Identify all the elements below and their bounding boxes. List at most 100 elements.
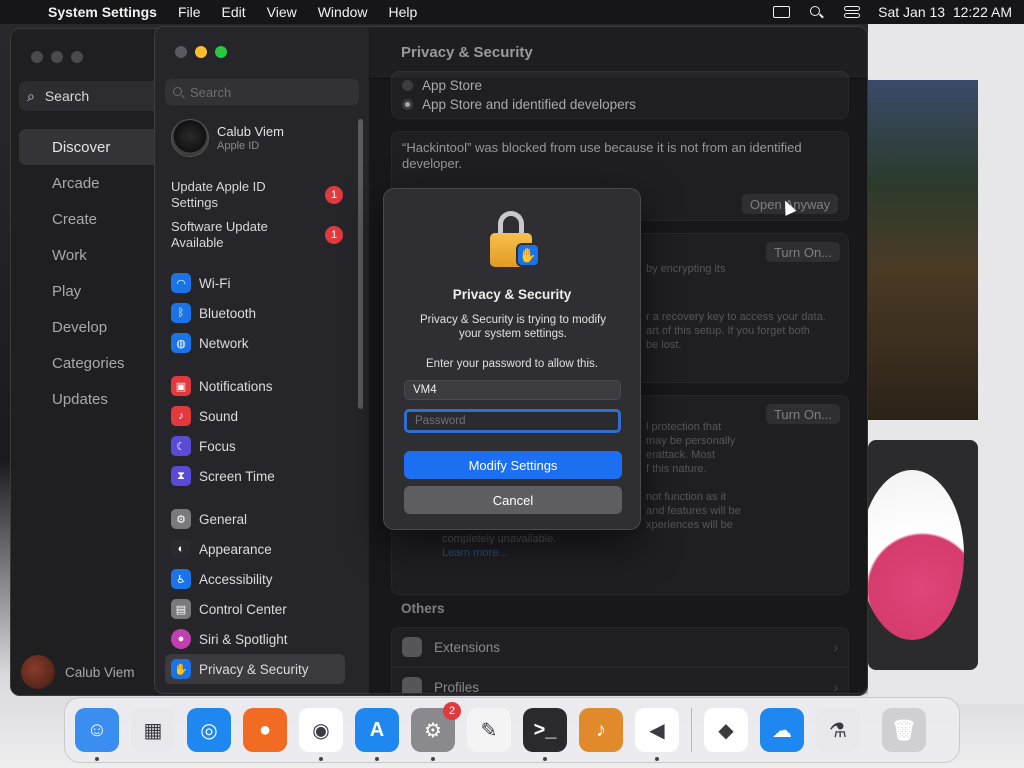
zoom-button[interactable] <box>71 51 83 63</box>
launchpad-icon[interactable]: ▦ <box>131 708 175 752</box>
appearance-icon: ◐ <box>171 539 191 559</box>
app-store-user-name: Calub Viem <box>65 664 135 680</box>
zoom-button[interactable] <box>215 46 227 58</box>
sidebar-item-arcade[interactable]: Arcade <box>19 165 167 201</box>
sidebar-item-label: Accessibility <box>199 571 273 587</box>
sidebar-item-bluetooth[interactable]: ᛒ Bluetooth <box>165 298 345 328</box>
dock-glyph: ⚙ <box>424 719 442 742</box>
sidebar-item-control-center[interactable]: ▤ Control Center <box>165 594 345 624</box>
app-store-sidebar: Discover Arcade Create Work Play Develop… <box>19 129 167 417</box>
cloud-app-icon[interactable]: ☁ <box>760 708 804 752</box>
settings-group-network: ◠ Wi-Fi ᛒ Bluetooth ◍ Network <box>165 268 345 358</box>
alert-software-update[interactable]: Software Update Available 1 <box>171 219 343 251</box>
menu-datetime[interactable]: Sat Jan 13 12:22 AM <box>878 4 1012 20</box>
sidebar-item-categories[interactable]: Categories <box>19 345 167 381</box>
running-indicator <box>543 757 547 761</box>
sidebar-item-label: Siri & Spotlight <box>199 631 288 647</box>
dock: ☺ ▦ ◎ ● ◉ A ⚙ 2 ✎ >_ ♪ ◀ ◆ ☁ ⚗ 🗑 <box>64 697 960 763</box>
trash-icon[interactable]: 🗑 <box>882 708 926 752</box>
menu-window[interactable]: Window <box>318 4 368 20</box>
sidebar-item-accessibility[interactable]: ♿ Accessibility <box>165 564 345 594</box>
running-indicator <box>655 757 659 761</box>
close-button[interactable] <box>31 51 43 63</box>
username-field[interactable] <box>404 380 621 400</box>
sidebar-item-play[interactable]: Play <box>19 273 167 309</box>
flask-app-icon[interactable]: ⚗ <box>816 708 860 752</box>
password-field[interactable] <box>404 409 621 433</box>
sidebar-item-siri-spotlight[interactable]: ● Siri & Spotlight <box>165 624 345 654</box>
safari-icon[interactable]: ◎ <box>187 708 231 752</box>
settings-search-field[interactable]: Search <box>165 79 359 105</box>
spotlight-search-icon[interactable] <box>808 5 826 19</box>
search-icon <box>173 86 184 98</box>
visual-studio-icon[interactable]: ◆ <box>704 708 748 752</box>
dock-glyph: ◎ <box>200 719 218 742</box>
menu-app-name[interactable]: System Settings <box>48 4 157 20</box>
search-icon: ⌕ <box>27 87 35 104</box>
settings-traffic-lights <box>175 46 227 58</box>
dialog-title: Privacy & Security <box>452 287 572 302</box>
sidebar-item-develop[interactable]: Develop <box>19 309 167 345</box>
app-store-account[interactable]: Calub Viem <box>21 655 135 689</box>
sidebar-item-screen-time[interactable]: ⧗ Screen Time <box>165 461 345 491</box>
featured-artwork-image[interactable] <box>868 80 978 420</box>
sidebar-item-focus[interactable]: ☾ Focus <box>165 431 345 461</box>
app-store-icon[interactable]: A <box>355 708 399 761</box>
sidebar-scrollbar[interactable] <box>358 119 363 409</box>
sidebar-item-label: Screen Time <box>199 468 275 484</box>
minimize-button[interactable] <box>195 46 207 58</box>
sidebar-item-work[interactable]: Work <box>19 237 167 273</box>
firefox-icon[interactable]: ● <box>243 708 287 752</box>
alert-label: Software Update Available <box>171 219 268 250</box>
authentication-dialog: ✋ Privacy & Security Privacy & Security … <box>383 188 641 530</box>
sidebar-item-discover[interactable]: Discover <box>19 129 167 165</box>
finder-icon[interactable]: ☺ <box>75 708 119 761</box>
sidebar-item-label: Appearance <box>199 541 272 557</box>
app-store-search-label: Search <box>44 88 90 104</box>
system-settings-icon[interactable]: ⚙ 2 <box>411 702 461 761</box>
alert-label: Update Apple ID Settings <box>171 179 266 210</box>
dialog-message: Privacy & Security is trying to modify y… <box>420 314 606 340</box>
privacy-hand-icon: ✋ <box>171 659 191 679</box>
menu-edit[interactable]: Edit <box>222 4 246 20</box>
sidebar-item-general[interactable]: ⚙ General <box>165 504 345 534</box>
alert-update-apple-id[interactable]: Update Apple ID Settings 1 <box>171 179 343 211</box>
sidebar-item-label: Focus <box>199 438 236 454</box>
running-indicator <box>319 757 323 761</box>
sidebar-item-updates[interactable]: Updates <box>19 381 167 417</box>
bluetooth-icon: ᛒ <box>171 303 191 323</box>
sidebar-item-notifications[interactable]: ▣ Notifications <box>165 371 345 401</box>
textedit-icon[interactable]: ✎ <box>467 708 511 752</box>
settings-alerts: Update Apple ID Settings 1 Software Upda… <box>171 179 343 259</box>
menu-help[interactable]: Help <box>389 4 418 20</box>
featured-app-logo <box>860 470 964 640</box>
modify-settings-button[interactable]: Modify Settings <box>404 451 622 479</box>
screen-mirroring-icon[interactable] <box>773 6 791 18</box>
focus-icon: ☾ <box>171 436 191 456</box>
cancel-button[interactable]: Cancel <box>404 486 622 514</box>
sidebar-item-network[interactable]: ◍ Network <box>165 328 345 358</box>
sidebar-item-appearance[interactable]: ◐ Appearance <box>165 534 345 564</box>
chrome-icon[interactable]: ◉ <box>299 708 343 761</box>
app-store-search-field[interactable]: ⌕ Search <box>19 81 169 111</box>
vscode-icon[interactable]: ◀ <box>635 708 679 761</box>
sidebar-item-label: Control Center <box>199 601 287 617</box>
sidebar-item-wifi[interactable]: ◠ Wi-Fi <box>165 268 345 298</box>
sidebar-item-sound[interactable]: ♪ Sound <box>165 401 345 431</box>
dock-glyph: ● <box>258 718 272 741</box>
control-center-icon[interactable] <box>844 5 861 19</box>
apple-id-account[interactable]: Calub Viem Apple ID <box>171 119 284 157</box>
minimize-button[interactable] <box>51 51 63 63</box>
dock-glyph: ▦ <box>143 719 163 742</box>
running-indicator <box>95 757 99 761</box>
close-button[interactable] <box>175 46 187 58</box>
sidebar-item-privacy-security[interactable]: ✋ Privacy & Security <box>165 654 345 684</box>
menu-file[interactable]: File <box>178 4 201 20</box>
menu-view[interactable]: View <box>267 4 297 20</box>
terminal-icon[interactable]: >_ <box>523 708 567 761</box>
dock-glyph: ✎ <box>480 719 498 742</box>
sidebar-item-label: Bluetooth <box>199 305 257 321</box>
garageband-icon[interactable]: ♪ <box>579 708 623 752</box>
settings-search-placeholder: Search <box>190 84 232 100</box>
sidebar-item-create[interactable]: Create <box>19 201 167 237</box>
